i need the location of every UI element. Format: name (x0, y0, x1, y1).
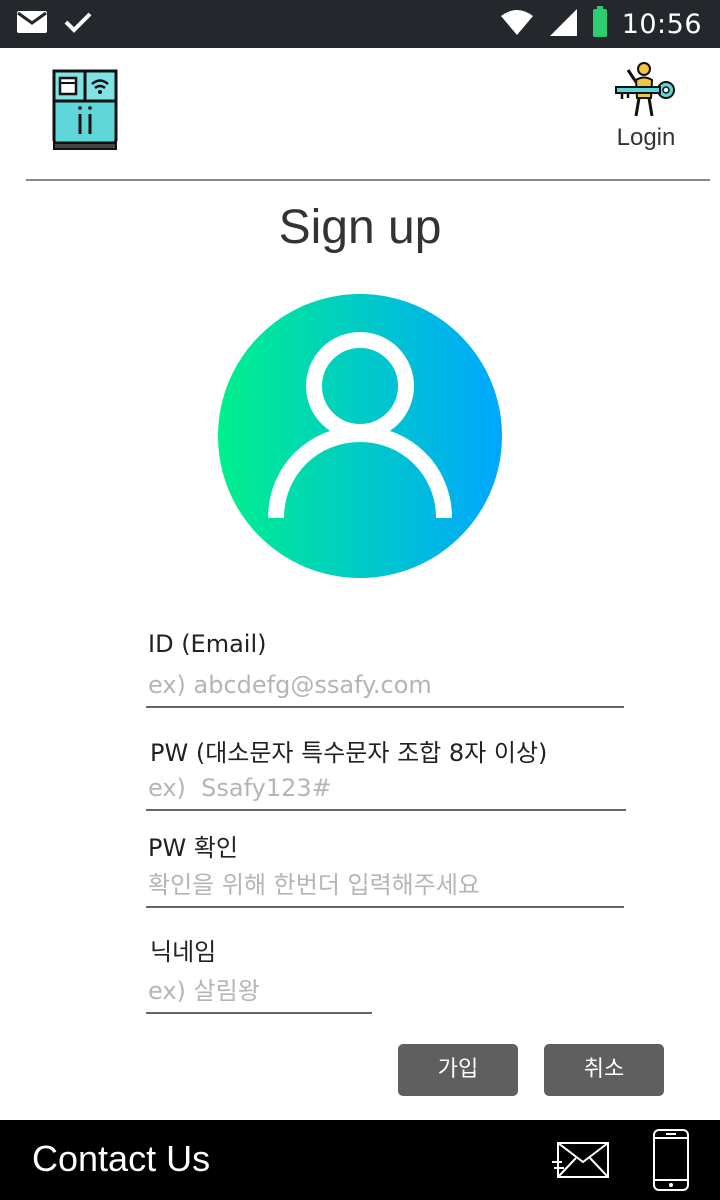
pw-confirm-label: PW 확인 (148, 834, 238, 862)
wifi-icon (500, 8, 534, 40)
email-field[interactable] (146, 664, 624, 708)
app-header: Login (0, 48, 720, 180)
id-label: ID (Email) (148, 630, 267, 658)
signup-submit-button[interactable]: 가입 (398, 1044, 518, 1096)
nickname-label: 닉네임 (150, 938, 217, 966)
login-button[interactable]: Login (606, 62, 686, 166)
password-field[interactable] (146, 767, 626, 811)
page-title: Sign up (278, 201, 442, 254)
footer: Contact Us (0, 1120, 720, 1200)
nickname-field[interactable] (146, 970, 372, 1014)
signal-icon (548, 7, 578, 41)
user-profile-icon[interactable] (218, 294, 502, 578)
battery-icon (592, 6, 608, 42)
password-confirm-field[interactable] (146, 864, 624, 908)
cancel-button[interactable]: 취소 (544, 1044, 664, 1096)
clock: 10:56 (621, 8, 702, 40)
status-bar: 10:56 (0, 0, 720, 48)
check-icon (64, 11, 92, 37)
pw-label: PW (대소문자 특수문자 조합 8자 이상) (150, 739, 548, 767)
person-key-icon (606, 62, 686, 120)
smart-refrigerator-icon[interactable] (50, 68, 122, 152)
phone-icon[interactable] (652, 1128, 690, 1192)
login-label: Login (616, 124, 676, 151)
header-divider (26, 179, 710, 181)
envelope-icon[interactable] (552, 1140, 610, 1180)
mail-icon (16, 10, 48, 38)
contact-us-link[interactable]: Contact Us (32, 1138, 210, 1180)
